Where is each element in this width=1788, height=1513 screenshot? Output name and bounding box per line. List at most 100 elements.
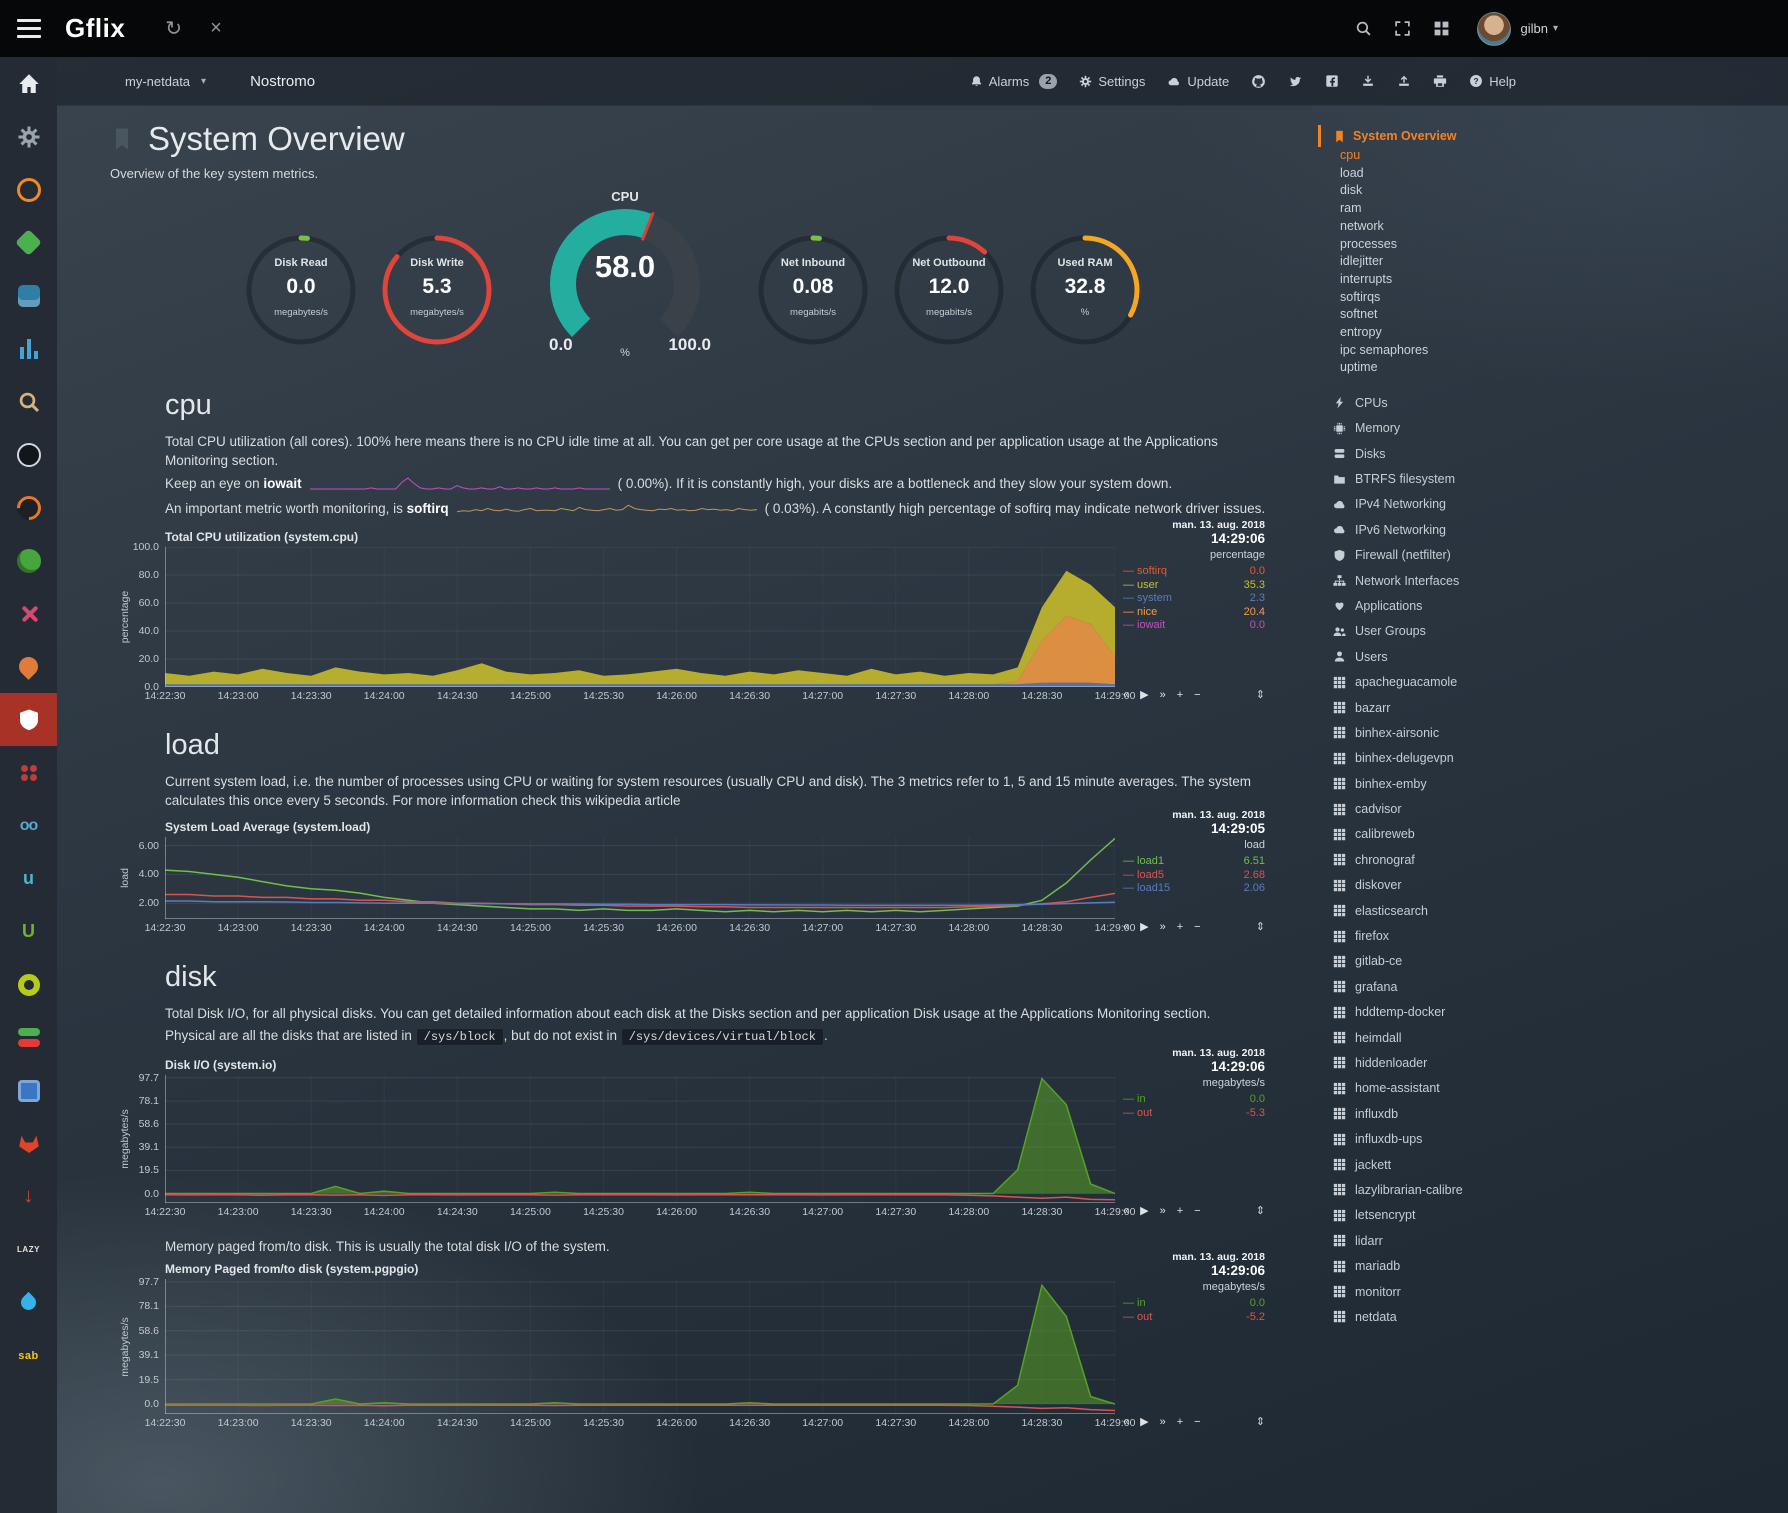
app-icon-red-dots[interactable]: [0, 746, 57, 799]
menu-system-overview[interactable]: System Overview: [1318, 125, 1618, 147]
apps-grid-icon[interactable]: [1433, 20, 1450, 37]
print-icon[interactable]: [1433, 74, 1447, 88]
menu-sub-uptime[interactable]: uptime: [1318, 359, 1618, 377]
chart-resize-grip[interactable]: ⇕: [1256, 1415, 1265, 1428]
menu-item-diskover[interactable]: diskover: [1318, 873, 1618, 898]
menu-item-network-interfaces[interactable]: Network Interfaces: [1318, 568, 1618, 593]
menu-item-gitlab-ce[interactable]: gitlab-ce: [1318, 949, 1618, 974]
menu-item-binhex-delugevpn[interactable]: binhex-delugevpn: [1318, 746, 1618, 771]
menu-item-influxdb[interactable]: influxdb: [1318, 1101, 1618, 1126]
menu-sub-ram[interactable]: ram: [1318, 200, 1618, 218]
chart-zoom-out-icon[interactable]: −: [1194, 1205, 1200, 1217]
legend-load1[interactable]: — load16.51: [1123, 855, 1265, 869]
menu-item-home-assistant[interactable]: home-assistant: [1318, 1076, 1618, 1101]
menu-sub-softnet[interactable]: softnet: [1318, 306, 1618, 324]
app-icon-netdata[interactable]: [0, 693, 57, 746]
gauge-disk-read[interactable]: Disk Read 0.0 megabytes/s: [233, 213, 369, 354]
menu-sub-disk[interactable]: disk: [1318, 182, 1618, 200]
legend-system[interactable]: — system2.3: [1123, 592, 1265, 606]
fullscreen-icon[interactable]: [1394, 20, 1411, 37]
chart-zoom-out-icon[interactable]: −: [1194, 689, 1200, 701]
legend-nice[interactable]: — nice20.4: [1123, 606, 1265, 620]
legend-out[interactable]: — out-5.2: [1123, 1311, 1265, 1325]
settings-button[interactable]: Settings: [1079, 74, 1145, 89]
menu-item-cadvisor[interactable]: cadvisor: [1318, 796, 1618, 821]
app-icon-gitlab[interactable]: [0, 1117, 57, 1170]
menu-item-applications[interactable]: Applications: [1318, 593, 1618, 618]
chart-system-io[interactable]: Disk I/O (system.io) megabytes/s0.019.53…: [165, 1058, 1275, 1223]
chart-pan-right-icon[interactable]: »: [1160, 921, 1166, 933]
app-icon-settings[interactable]: [0, 110, 57, 163]
legend-in[interactable]: — in0.0: [1123, 1093, 1265, 1107]
menu-item-grafana[interactable]: grafana: [1318, 974, 1618, 999]
gauge-cpu[interactable]: CPU 58.0 0.0 100.0 %: [505, 189, 745, 356]
chart-system-pgpgio[interactable]: Memory Paged from/to disk (system.pgpgio…: [165, 1262, 1275, 1434]
app-icon-pills[interactable]: [0, 1011, 57, 1064]
chart-pan-left-icon[interactable]: «: [1123, 689, 1129, 701]
menu-item-letsencrypt[interactable]: letsencrypt: [1318, 1203, 1618, 1228]
menu-sub-idlejitter[interactable]: idlejitter: [1318, 253, 1618, 271]
facebook-icon[interactable]: [1325, 74, 1339, 88]
gauge-disk-write[interactable]: Disk Write 5.3 megabytes/s: [369, 213, 505, 354]
app-icon-green-circle[interactable]: [0, 534, 57, 587]
user-menu[interactable]: gilbn ▾: [1521, 21, 1559, 36]
legend-load15[interactable]: — load152.06: [1123, 882, 1265, 896]
menu-sub-load[interactable]: load: [1318, 165, 1618, 183]
app-icon-pink-x[interactable]: [0, 587, 57, 640]
chart-pan-left-icon[interactable]: «: [1123, 1416, 1129, 1428]
menu-item-binhex-emby[interactable]: binhex-emby: [1318, 771, 1618, 796]
app-icon-sabnzbd[interactable]: sab: [0, 1329, 57, 1382]
menu-item-monitorr[interactable]: monitorr: [1318, 1279, 1618, 1304]
chart-zoom-out-icon[interactable]: −: [1194, 921, 1200, 933]
menu-item-hiddenloader[interactable]: hiddenloader: [1318, 1050, 1618, 1075]
user-avatar[interactable]: [1477, 12, 1511, 46]
menu-item-lidarr[interactable]: lidarr: [1318, 1228, 1618, 1253]
chart-resize-grip[interactable]: ⇕: [1256, 688, 1265, 701]
chart-pan-left-icon[interactable]: «: [1123, 921, 1129, 933]
chart-play-icon[interactable]: ▶: [1140, 1204, 1148, 1217]
menu-item-binhex-airsonic[interactable]: binhex-airsonic: [1318, 720, 1618, 745]
gauge-used-ram[interactable]: Used RAM 32.8 %: [1017, 213, 1153, 354]
close-icon[interactable]: ×: [210, 17, 222, 40]
chart-play-icon[interactable]: ▶: [1140, 688, 1148, 701]
menu-item-bazarr[interactable]: bazarr: [1318, 695, 1618, 720]
menu-toggle-icon[interactable]: [0, 0, 57, 57]
menu-item-elasticsearch[interactable]: elasticsearch: [1318, 898, 1618, 923]
help-button[interactable]: ? Help: [1469, 74, 1516, 89]
menu-item-apacheguacamole[interactable]: apacheguacamole: [1318, 669, 1618, 694]
chart-pan-right-icon[interactable]: »: [1160, 1205, 1166, 1217]
menu-sub-softirqs[interactable]: softirqs: [1318, 289, 1618, 307]
menu-sub-entropy[interactable]: entropy: [1318, 324, 1618, 342]
app-icon-lime-donut[interactable]: [0, 958, 57, 1011]
app-icon-search-app[interactable]: [0, 375, 57, 428]
legend-in[interactable]: — in0.0: [1123, 1297, 1265, 1311]
app-icon-blue-bars[interactable]: [0, 322, 57, 375]
menu-item-heimdall[interactable]: heimdall: [1318, 1025, 1618, 1050]
app-icon-red-download[interactable]: ↓: [0, 1170, 57, 1223]
twitter-icon[interactable]: [1288, 75, 1303, 88]
menu-item-disks[interactable]: Disks: [1318, 441, 1618, 466]
menu-item-users[interactable]: Users: [1318, 644, 1618, 669]
chart-resize-grip[interactable]: ⇕: [1256, 1204, 1265, 1217]
menu-item-cpus[interactable]: CPUs: [1318, 390, 1618, 415]
menu-item-lazylibrarian-calibre[interactable]: lazylibrarian-calibre: [1318, 1177, 1618, 1202]
menu-item-mariadb[interactable]: mariadb: [1318, 1253, 1618, 1278]
legend-load5[interactable]: — load52.68: [1123, 869, 1265, 883]
menu-item-memory[interactable]: Memory: [1318, 416, 1618, 441]
chart-pan-left-icon[interactable]: «: [1123, 1205, 1129, 1217]
menu-sub-network[interactable]: network: [1318, 218, 1618, 236]
app-icon-dark-circle[interactable]: [0, 428, 57, 481]
app-icon-orange-dial[interactable]: [0, 481, 57, 534]
menu-item-ipv6-networking[interactable]: IPv6 Networking: [1318, 517, 1618, 542]
menu-item-ipv4-networking[interactable]: IPv4 Networking: [1318, 492, 1618, 517]
menu-sub-processes[interactable]: processes: [1318, 236, 1618, 254]
app-icon-green-u[interactable]: U: [0, 905, 57, 958]
gauge-net-inbound[interactable]: Net Inbound 0.08 megabits/s: [745, 213, 881, 354]
menu-item-firefox[interactable]: firefox: [1318, 923, 1618, 948]
gauge-net-outbound[interactable]: Net Outbound 12.0 megabits/s: [881, 213, 1017, 354]
refresh-icon[interactable]: ↻: [165, 16, 182, 41]
search-icon[interactable]: [1355, 20, 1372, 37]
legend-user[interactable]: — user35.3: [1123, 579, 1265, 593]
chart-resize-grip[interactable]: ⇕: [1256, 920, 1265, 933]
menu-item-netdata[interactable]: netdata: [1318, 1304, 1618, 1329]
